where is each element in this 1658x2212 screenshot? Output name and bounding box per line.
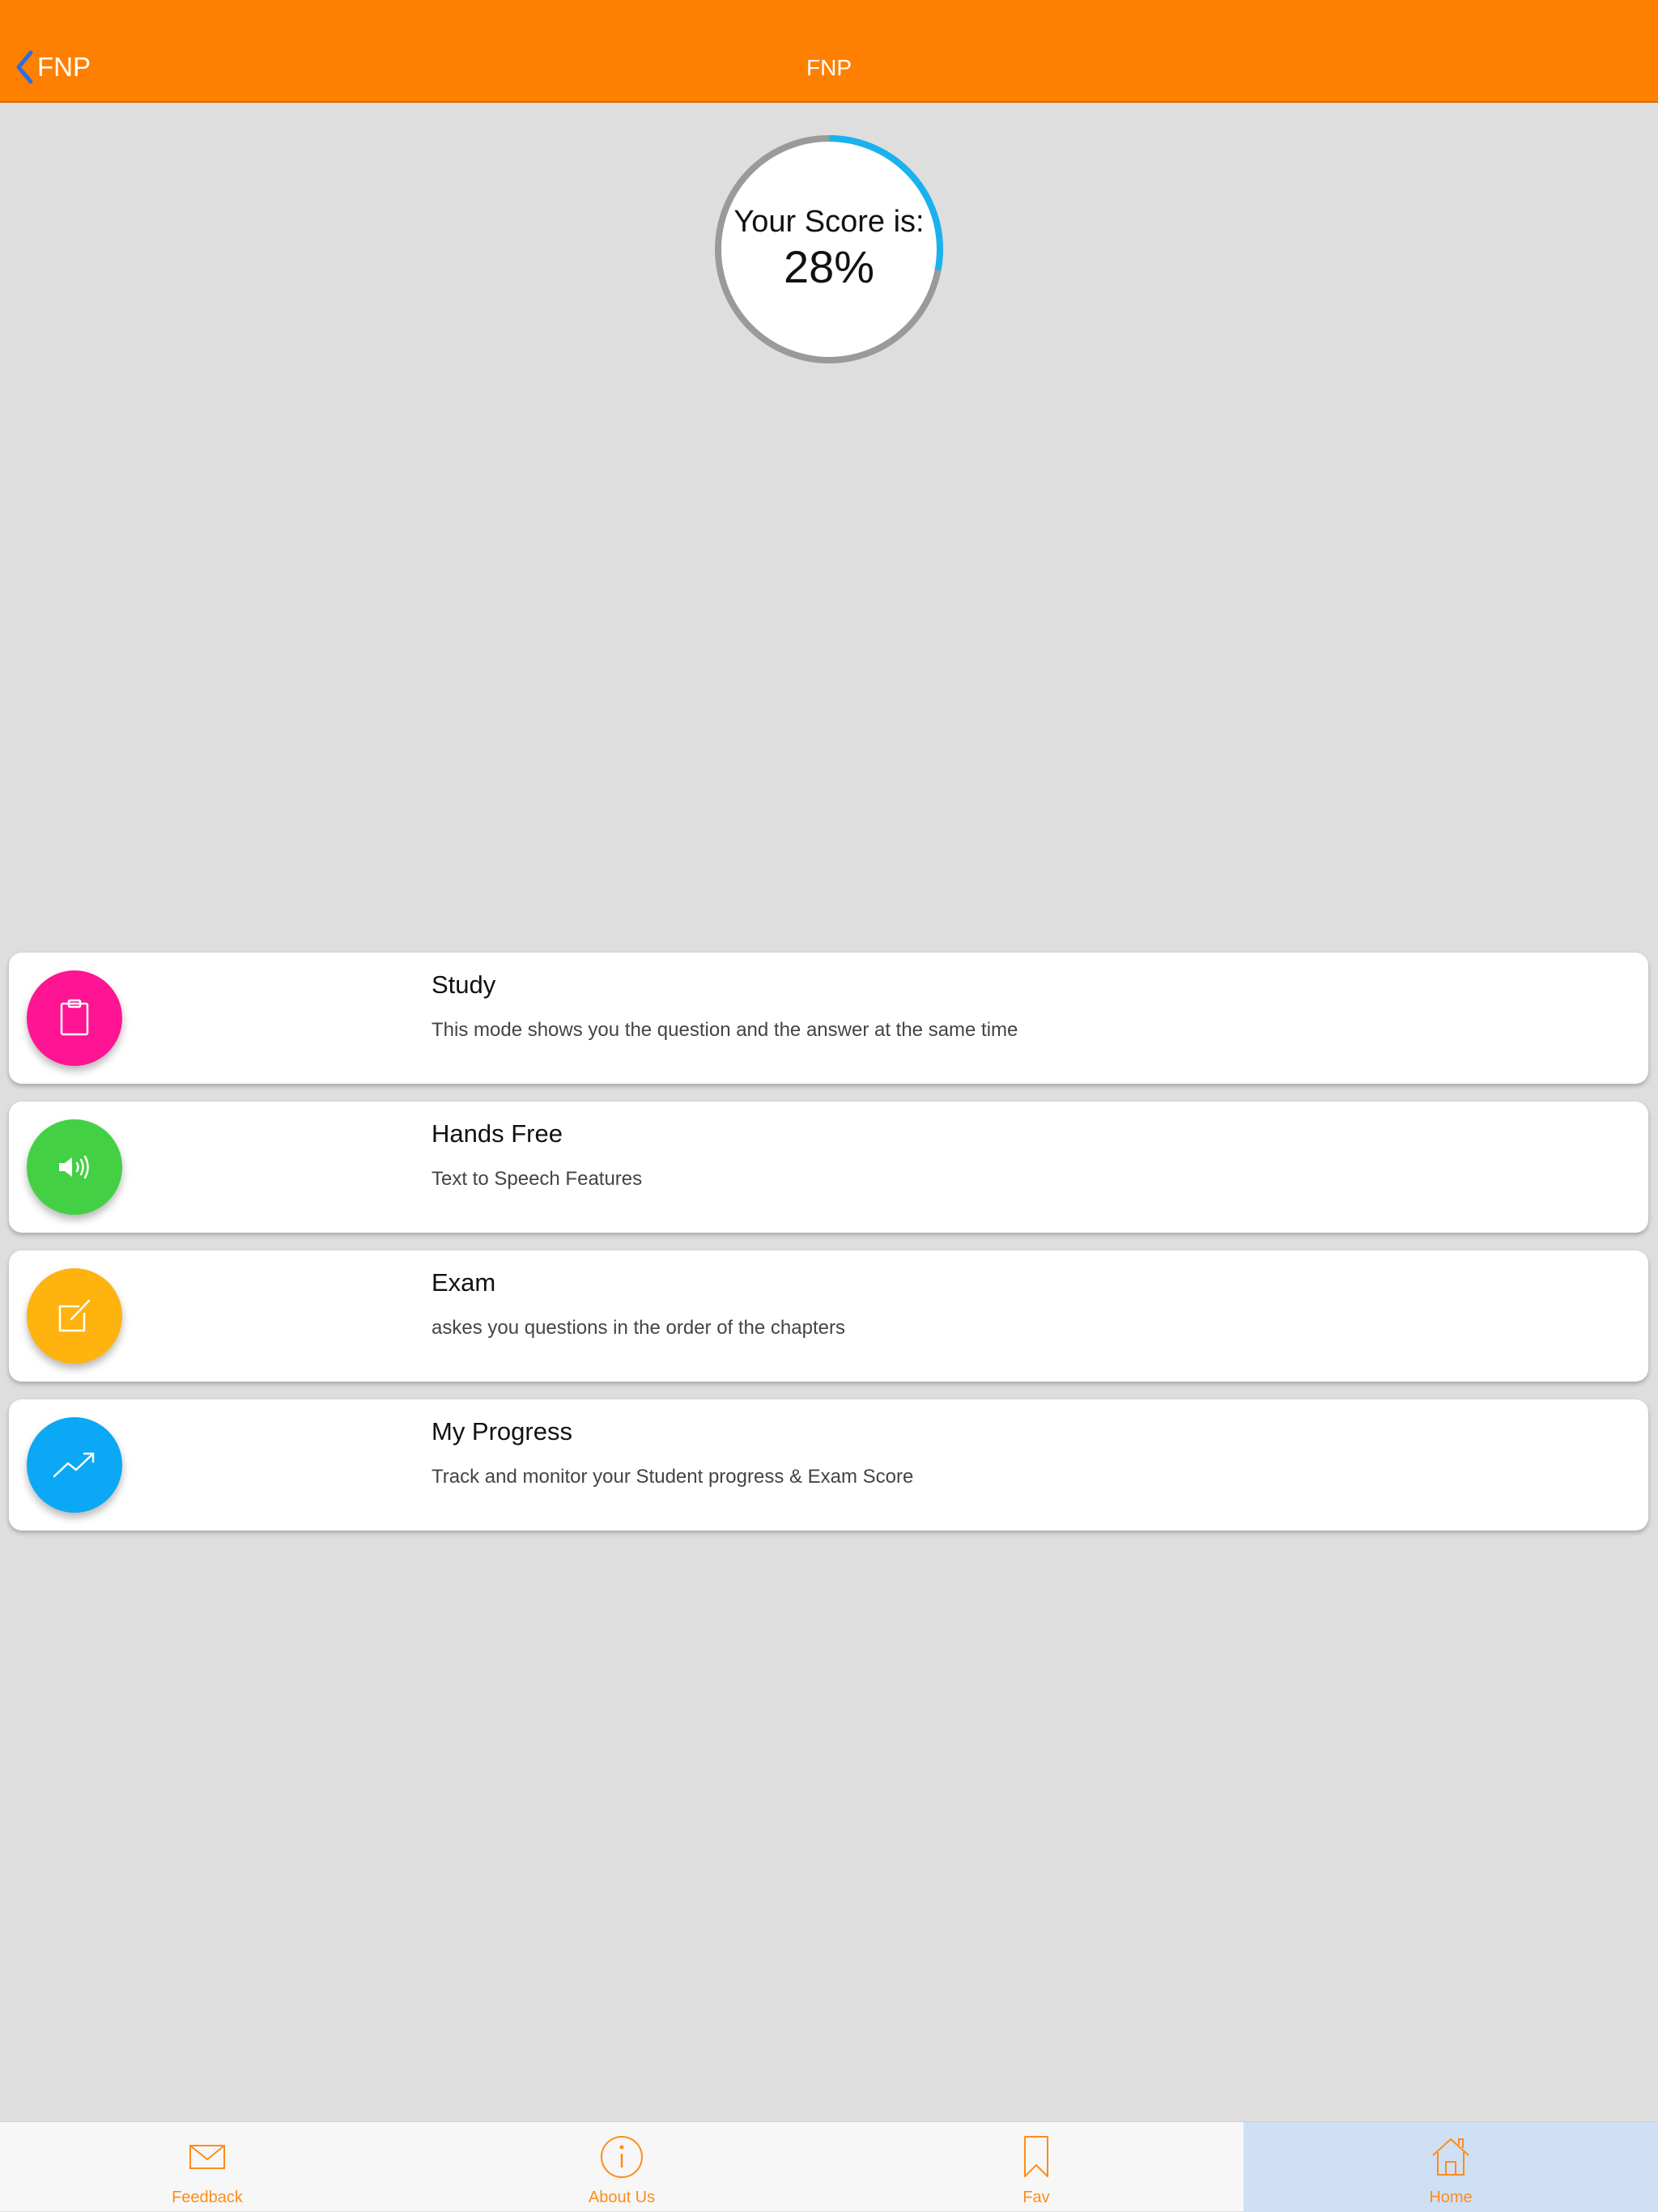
exam-icon-circle — [27, 1268, 122, 1364]
mode-title: Hands Free — [432, 1119, 563, 1148]
tab-feedback[interactable]: Feedback — [0, 2122, 414, 2212]
hands-free-icon-circle — [27, 1119, 122, 1215]
tab-about-us[interactable]: About Us — [414, 2122, 829, 2212]
info-icon — [601, 2136, 643, 2178]
navigation-bar: FNP FNP — [0, 0, 1658, 103]
study-icon-circle — [27, 970, 122, 1066]
my-progress-mode-card[interactable]: My Progress Track and monitor your Stude… — [9, 1399, 1648, 1531]
hands-free-mode-card[interactable]: Hands Free Text to Speech Features — [9, 1102, 1648, 1233]
study-mode-card[interactable]: Study This mode shows you the question a… — [9, 953, 1648, 1084]
tab-bar: Feedback About Us Fav Home — [0, 2121, 1658, 2212]
trending-up-icon — [53, 1452, 95, 1478]
tab-label: Fav — [1022, 2189, 1050, 2206]
score-label: Your Score is: — [733, 205, 925, 239]
mode-title: My Progress — [432, 1417, 572, 1446]
mode-description: Text to Speech Features — [432, 1168, 643, 1190]
mode-description: Track and monitor your Student progress … — [432, 1466, 914, 1488]
score-value: 28% — [783, 241, 875, 292]
edit-icon — [58, 1299, 91, 1332]
tab-home[interactable]: Home — [1244, 2122, 1658, 2212]
page-title: FNP — [806, 55, 852, 80]
tab-fav[interactable]: Fav — [829, 2122, 1244, 2212]
score-ring: Your Score is: 28% — [714, 134, 944, 364]
tab-label: Home — [1429, 2189, 1473, 2206]
home-icon — [1432, 2138, 1469, 2176]
clipboard-icon — [60, 999, 89, 1036]
mode-title: Study — [432, 970, 496, 999]
my-progress-icon-circle — [27, 1417, 122, 1513]
envelope-icon — [189, 2145, 225, 2169]
mode-description: This mode shows you the question and the… — [432, 1019, 1018, 1041]
mode-description: askes you questions in the order of the … — [432, 1317, 845, 1339]
speaker-icon — [59, 1155, 89, 1179]
mode-title: Exam — [432, 1268, 496, 1297]
tab-label: About Us — [588, 2189, 656, 2206]
exam-mode-card[interactable]: Exam askes you questions in the order of… — [9, 1250, 1648, 1382]
bookmark-icon — [1024, 2136, 1048, 2177]
tab-label: Feedback — [172, 2189, 243, 2206]
